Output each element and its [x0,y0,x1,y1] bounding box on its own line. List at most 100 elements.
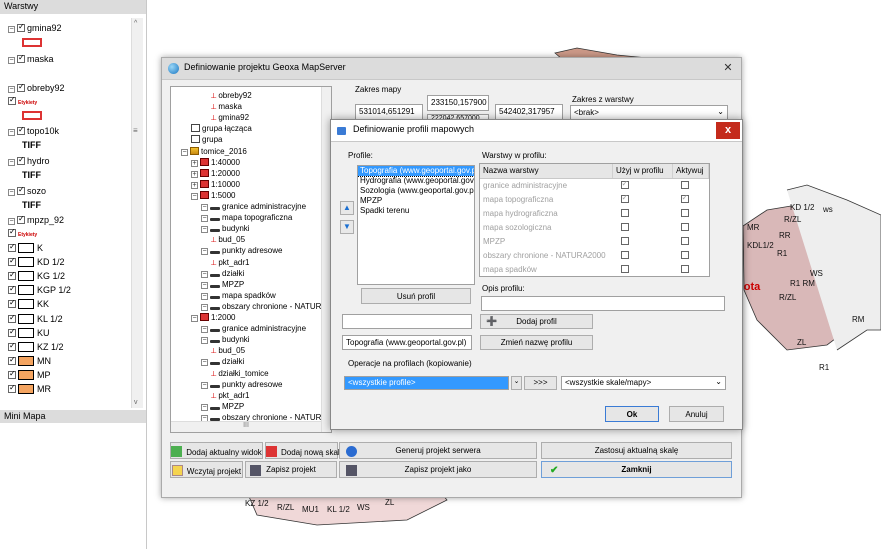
target-scale-select[interactable]: <wszystkie skale/mapy> ⌄ [561,376,726,390]
tree-item[interactable]: ⟂ działki_tomice [211,369,269,379]
add-profile-button[interactable]: ➕ Dodaj profil [480,314,593,329]
tree-item[interactable]: − MPZP [201,402,244,411]
layer-hydro[interactable]: − hydro [8,155,50,166]
source-profile-select[interactable]: <wszystkie profile> [344,376,509,390]
expand-icon[interactable]: − [201,292,208,300]
project-tree[interactable]: ⟂ obreby92 ⟂ maska ⟂ gmina92 grupa łącząca grup… [170,86,332,433]
profile-layer-row[interactable]: mapa topograficzna [480,192,709,206]
layer-checkbox[interactable] [17,155,25,165]
add-view-button[interactable]: Dodaj aktualny widok [170,442,263,459]
expand-icon[interactable]: − [201,381,208,389]
tree-item[interactable]: − 1:2000 [191,313,235,322]
tree-item[interactable]: − granice administracyjne [201,202,306,211]
layer-checkbox[interactable] [17,125,25,135]
expand-icon[interactable]: − [201,226,208,234]
profile-name-input[interactable]: Topografia (www.geoportal.gov.pl) [342,335,472,350]
legend-item[interactable]: KZ 1/2 [8,341,64,352]
labels-toggle[interactable]: Etykiety [8,95,37,106]
profile-layer-row[interactable]: MPZP [480,234,709,248]
move-up-button[interactable]: ▲ [340,201,354,215]
expand-icon[interactable]: + [191,181,198,189]
profile-list-item[interactable]: Sozologia (www.geoportal.gov.pl) [358,186,474,196]
legend-item[interactable]: KGP 1/2 [8,284,71,296]
collapse-icon[interactable]: − [8,129,15,136]
extent-ymax-field[interactable]: 233150,157900 [427,95,489,111]
expand-icon[interactable]: − [191,192,198,200]
tree-item[interactable]: ⟂ bud_05 [211,346,245,356]
collapse-icon[interactable]: − [8,86,15,93]
expand-icon[interactable]: − [201,215,208,223]
generate-server-button[interactable]: Generuj projekt serwera [339,442,537,459]
scroll-down-icon[interactable]: v [134,399,138,406]
active-checkbox[interactable] [680,264,689,273]
labels-toggle[interactable]: Etykiety [8,227,37,238]
layer-sozo[interactable]: − sozo [8,185,46,196]
project-dialog-titlebar[interactable]: Definiowanie projektu Geoxa MapServer ✕ [162,58,741,80]
tree-item[interactable]: ⟂ pkt_adr1 [211,391,249,401]
legend-checkbox[interactable] [8,270,16,281]
tree-item[interactable]: − MPZP [201,280,244,289]
tree-item[interactable]: ⟂ gmina92 [211,113,249,123]
tree-item[interactable]: − punkty adresowe [201,246,282,256]
profile-layer-row[interactable]: mapa hydrograficzna [480,206,709,220]
add-scale-button[interactable]: Dodaj nową skalę [265,442,344,459]
active-checkbox[interactable] [680,250,689,259]
col-layer-name[interactable]: Nazwa warstwy [480,164,613,179]
profiles-list[interactable]: Topografia (www.geoportal.gov.pl) Hydrogr… [357,165,475,285]
profile-layers-table[interactable]: Nazwa warstwy Użyj w profilu Aktywuj gra… [479,163,710,277]
legend-item[interactable]: KG 1/2 [8,270,65,282]
profile-layer-row[interactable]: granice administracyjne [480,178,709,192]
expand-icon[interactable]: − [181,148,188,156]
tree-item[interactable]: − mapa topograficzna [201,213,292,223]
tree-scrollbar-h[interactable]: III [171,421,321,432]
legend-checkbox[interactable] [8,383,16,393]
labels-checkbox[interactable] [8,95,16,105]
layer-topo10k[interactable]: − topo10k [8,125,59,136]
expand-icon[interactable]: + [191,170,198,178]
collapse-icon[interactable]: − [8,57,15,64]
tree-item[interactable]: − 1:5000 [191,190,235,200]
expand-icon[interactable]: − [201,337,208,345]
tree-item[interactable]: ⟂ pkt_adr1 [211,258,249,268]
apply-scale-button[interactable]: Zastosuj aktualną skalę [541,442,732,459]
profile-list-item[interactable]: MPZP [358,196,474,206]
legend-item[interactable]: MR [8,383,51,394]
expand-icon[interactable]: − [201,326,208,334]
tree-item[interactable]: ⟂ bud_05 [211,235,245,245]
ok-button[interactable]: Ok [605,406,659,422]
tree-item[interactable]: grupa [191,135,222,144]
tree-item[interactable]: − działki [201,269,244,278]
layer-checkbox[interactable] [17,82,25,92]
use-checkbox[interactable] [620,179,629,189]
chevron-down-icon[interactable]: ⌄ [715,377,722,386]
load-project-button[interactable]: Wczytaj projekt [170,461,243,478]
profile-layer-row[interactable]: obszary chronione - NATURA2000 [480,248,709,262]
legend-checkbox[interactable] [8,284,16,295]
profile-layer-row[interactable]: mapa sozologiczna [480,220,709,234]
use-checkbox[interactable] [620,250,629,259]
layer-checkbox[interactable] [17,214,25,224]
legend-item[interactable]: KK [8,298,49,310]
tree-item[interactable]: − działki [201,357,244,367]
tree-item[interactable]: − budynki [201,224,250,234]
legend-item[interactable]: KL 1/2 [8,313,63,324]
tree-item[interactable]: ⟂ maska [211,102,242,112]
layer-checkbox[interactable] [17,185,25,195]
tree-item[interactable]: ⟂ obreby92 [211,91,252,101]
layer-checkbox[interactable] [17,53,25,63]
tree-item[interactable]: +1:40000 [191,157,240,167]
chevron-down-icon[interactable]: ⌄ [717,107,724,116]
layer-gmina92[interactable]: − gmina92 [8,22,62,33]
use-checkbox[interactable] [620,264,629,273]
expand-icon[interactable]: − [201,248,208,256]
collapse-icon[interactable]: − [8,26,15,33]
expand-icon[interactable]: − [201,403,208,411]
scroll-grip-icon[interactable]: ≡ [133,126,138,135]
close-button[interactable]: ✔ Zamknij [541,461,732,478]
expand-icon[interactable]: − [201,204,208,211]
active-checkbox[interactable] [680,236,689,245]
tree-item[interactable]: − mapa spadków [201,291,276,300]
legend-checkbox[interactable] [8,327,16,337]
active-checkbox[interactable] [680,222,689,231]
tree-item[interactable]: +1:20000 [191,168,240,178]
